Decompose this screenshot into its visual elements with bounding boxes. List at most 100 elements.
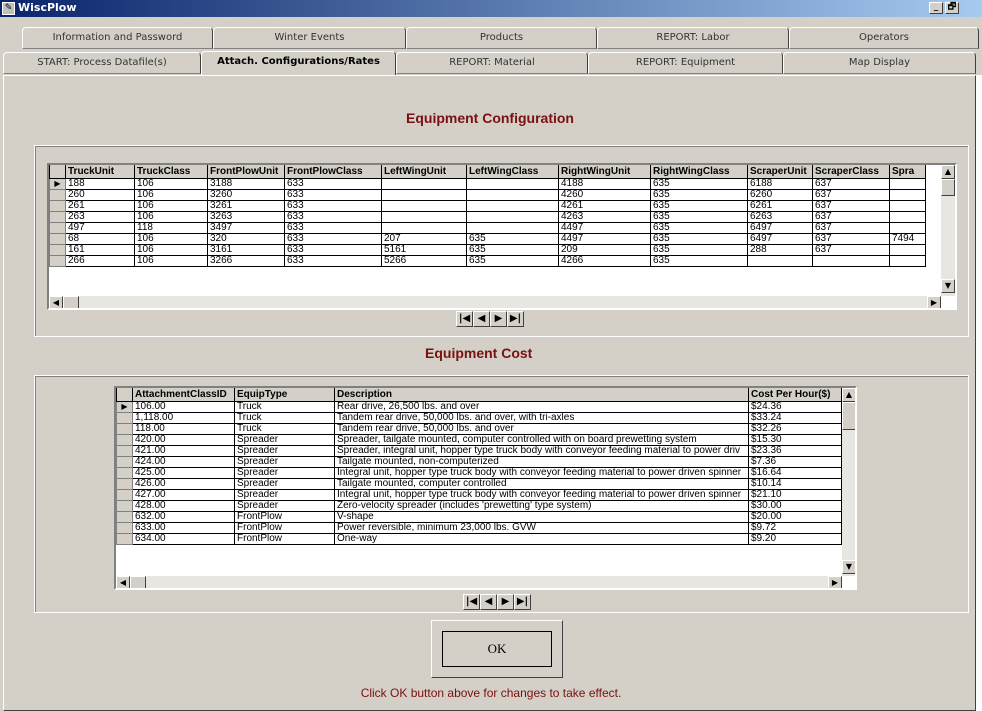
scroll-left-icon[interactable]: ◀ [116,576,130,588]
table-cell[interactable]: 7494 [889,233,926,245]
table-cell[interactable]: Zero-velocity spreader (includes 'prewet… [334,500,749,512]
table-cell[interactable]: 633 [284,200,382,212]
table-row[interactable]: 161 106 3161 633 5161 635 209 635 288 637 [49,244,926,256]
last-record-button[interactable]: ▶| [507,311,524,327]
cost-column-header[interactable]: EquipType [234,388,335,402]
scroll-thumb[interactable] [941,179,955,196]
table-cell[interactable]: 106 [134,211,208,223]
table-row[interactable]: 266 106 3266 633 5266 635 4266 635 [49,255,926,267]
table-cell[interactable]: Spreader [234,500,335,512]
table-cell[interactable]: 288 [747,244,813,256]
row-selector[interactable] [116,511,133,523]
table-row[interactable]: ▶ 188 106 3188 633 4188 635 6188 637 [49,178,926,190]
table-cell[interactable]: 4497 [558,233,651,245]
scroll-thumb[interactable] [63,296,79,308]
table-cell[interactable]: 6497 [747,222,813,234]
table-cell[interactable]: 5161 [381,244,467,256]
tab-operators[interactable]: Operators [789,27,979,49]
table-cell[interactable]: V-shape [334,511,749,523]
table-cell[interactable]: 68 [65,233,135,245]
table-cell[interactable]: 263 [65,211,135,223]
table-cell[interactable] [381,178,467,190]
table-cell[interactable]: 4497 [558,222,651,234]
table-cell[interactable] [381,211,467,223]
table-cell[interactable]: 3188 [207,178,285,190]
table-row[interactable]: 427.00 Spreader Integral unit, hopper type… [116,489,842,501]
row-selector[interactable] [116,478,133,490]
table-cell[interactable] [889,255,926,267]
table-row[interactable]: 68 106 320 633 207 635 4497 635 6497 637 7494 [49,233,926,245]
table-cell[interactable]: 6263 [747,211,813,223]
ok-button[interactable]: OK [431,620,563,678]
table-row[interactable]: 263 106 3263 633 4263 635 6263 637 [49,211,926,223]
table-row[interactable]: 260 106 3260 633 4260 635 6260 637 [49,189,926,201]
last-record-button[interactable]: ▶| [514,594,531,610]
config-column-header[interactable]: ScraperClass [812,165,890,179]
maximize-button[interactable]: 🗗 [945,2,959,14]
table-row[interactable]: 424.00 Spreader Tailgate mounted, non-comp… [116,456,842,468]
first-record-button[interactable]: |◀ [456,311,473,327]
row-selector[interactable] [116,522,133,534]
table-cell[interactable] [466,211,559,223]
config-column-header[interactable]: FrontPlowClass [284,165,382,179]
table-cell[interactable]: 4260 [558,189,651,201]
table-cell[interactable]: 4261 [558,200,651,212]
config-column-header[interactable]: TruckUnit [65,165,135,179]
config-column-header[interactable]: RightWingUnit [558,165,651,179]
table-cell[interactable]: Tailgate mounted, computer controlled [334,478,749,490]
table-cell[interactable]: FrontPlow [234,522,335,534]
scroll-right-icon[interactable]: ▶ [828,576,842,588]
config-horizontal-scrollbar[interactable]: ◀ ▶ [49,296,941,308]
table-cell[interactable]: 3266 [207,255,285,267]
table-cell[interactable]: Spreader [234,489,335,501]
config-column-header[interactable]: LeftWingUnit [381,165,467,179]
row-selector[interactable] [49,233,66,245]
table-row[interactable]: 261 106 3261 633 4261 635 6261 637 [49,200,926,212]
table-cell[interactable]: Integral unit, hopper type truck body wi… [334,467,749,479]
table-cell[interactable] [889,189,926,201]
table-cell[interactable]: 260 [65,189,135,201]
table-row[interactable]: 118.00 Truck Tandem rear drive, 50,000 lbs… [116,423,842,435]
table-cell[interactable]: $15.30 [748,434,842,446]
table-cell[interactable]: $7.36 [748,456,842,468]
table-cell[interactable]: 635 [650,200,748,212]
table-cell[interactable]: $33.24 [748,412,842,424]
table-cell[interactable]: 6188 [747,178,813,190]
table-cell[interactable]: Spreader [234,456,335,468]
table-cell[interactable]: 635 [650,189,748,201]
table-cell[interactable]: Rear drive, 26,500 lbs. and over [334,401,749,413]
table-cell[interactable]: 633 [284,233,382,245]
table-cell[interactable]: 425.00 [132,467,235,479]
table-cell[interactable]: 637 [812,178,890,190]
table-row[interactable]: 425.00 Spreader Integral unit, hopper type… [116,467,842,479]
config-column-header[interactable]: TruckClass [134,165,208,179]
row-selector[interactable] [116,434,133,446]
table-cell[interactable]: 4263 [558,211,651,223]
tab-map-display[interactable]: Map Display [783,52,976,74]
equipment-cost-grid[interactable]: AttachmentClassID EquipType Description Cos… [114,386,857,590]
table-cell[interactable]: 3261 [207,200,285,212]
table-cell[interactable]: 161 [65,244,135,256]
scroll-up-icon[interactable]: ▲ [842,388,855,402]
cost-vertical-scrollbar[interactable]: ▲ ▼ [842,388,855,576]
table-cell[interactable]: One-way [334,533,749,545]
cost-column-header[interactable]: Description [334,388,749,402]
config-vertical-scrollbar[interactable]: ▲ ▼ [941,165,955,296]
table-cell[interactable] [889,211,926,223]
row-selector[interactable] [49,222,66,234]
table-cell[interactable]: 635 [650,244,748,256]
table-cell[interactable]: Spreader [234,434,335,446]
table-cell[interactable]: 207 [381,233,467,245]
table-cell[interactable]: $32.26 [748,423,842,435]
current-row-indicator-icon[interactable]: ▶ [116,401,133,413]
table-cell[interactable]: 427.00 [132,489,235,501]
table-cell[interactable]: 633 [284,189,382,201]
table-cell[interactable]: 633 [284,178,382,190]
table-cell[interactable]: 1,118.00 [132,412,235,424]
table-cell[interactable]: $24.36 [748,401,842,413]
previous-record-button[interactable]: ◀ [473,311,490,327]
table-row[interactable]: 421.00 Spreader Spreader, integral unit, h… [116,445,842,457]
table-cell[interactable]: 5266 [381,255,467,267]
row-selector[interactable] [49,255,66,267]
table-cell[interactable]: 635 [650,178,748,190]
